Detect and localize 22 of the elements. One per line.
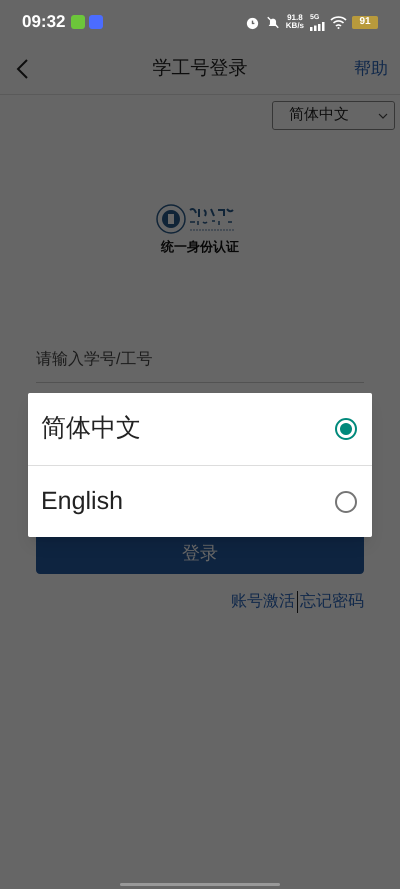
username-field[interactable]: 请输入学号/工号 xyxy=(36,338,364,382)
chevron-down-icon xyxy=(378,112,388,118)
app-icon xyxy=(71,15,86,29)
help-link[interactable]: 帮助 xyxy=(354,56,388,82)
network-speed: 91.8 xyxy=(287,14,303,22)
battery-indicator: 91 xyxy=(352,16,378,28)
language-option[interactable]: 简体中文 xyxy=(28,393,372,465)
text-link[interactable]: 账号激活 xyxy=(231,590,295,614)
text-link[interactable]: 忘记密码 xyxy=(300,590,364,614)
language-option[interactable]: English xyxy=(28,465,372,537)
radio-selected[interactable] xyxy=(335,418,357,440)
bell-off-icon xyxy=(266,14,280,30)
page-title: 学工号登录 xyxy=(152,56,248,81)
radio-unselected[interactable] xyxy=(335,490,357,512)
logo-caption: 统一身份认证 xyxy=(161,238,239,256)
app-icon xyxy=(89,15,104,29)
network-unit: KB/s xyxy=(286,22,304,30)
wifi-icon xyxy=(330,15,347,29)
status-time: 09:32 xyxy=(22,11,66,34)
signal-icon xyxy=(310,22,325,30)
language-select[interactable]: 简体中文 xyxy=(272,101,395,130)
back-icon[interactable] xyxy=(16,58,30,80)
